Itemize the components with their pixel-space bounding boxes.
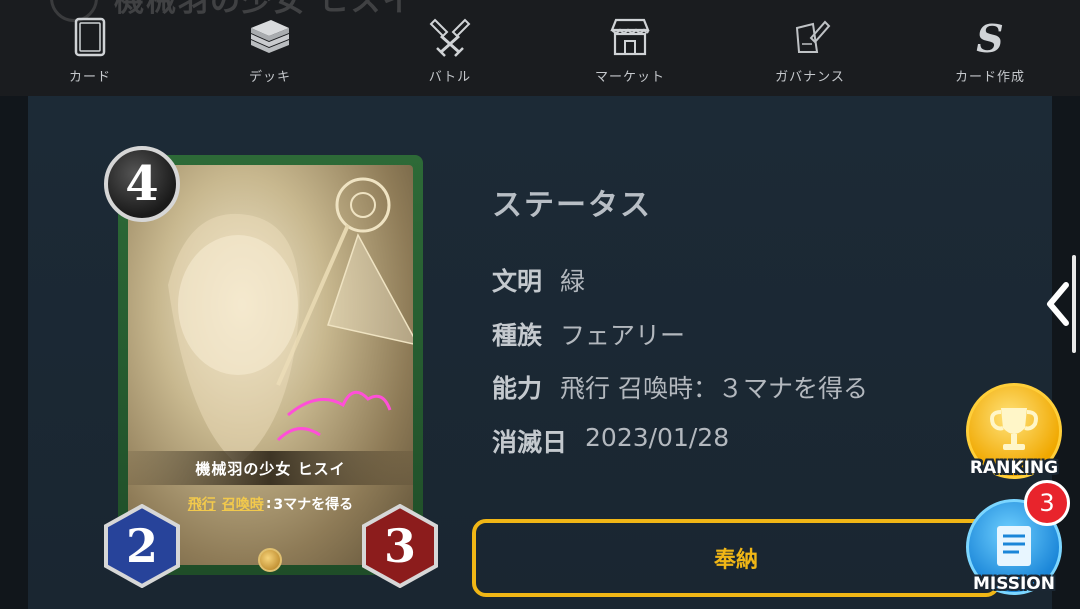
nav-item-card[interactable]: カード <box>0 0 180 96</box>
card-create-icon: S <box>976 16 1003 60</box>
scroll-icon <box>997 526 1031 566</box>
nav-label-battle: バトル <box>428 70 472 85</box>
nav-menu: カード デッキ バトル マーケット ガバナンス S カード作成 <box>0 0 1080 96</box>
nav-item-governance[interactable]: ガバナンス <box>720 0 900 96</box>
top-nav-bar: 機械羽の少女 ヒスイ カード デッキ バトル マーケット ガバナンス S カード… <box>0 0 1080 96</box>
mission-label: MISSION <box>973 574 1055 594</box>
nav-item-deck[interactable]: デッキ <box>180 0 360 96</box>
ability-text: 3マナを得る <box>273 497 354 513</box>
rarity-gem-icon <box>258 548 282 572</box>
nav-label-card: カード <box>68 70 111 85</box>
trophy-icon <box>990 408 1038 450</box>
nav-item-card-create[interactable]: S カード作成 <box>900 0 1080 96</box>
chevron-left-icon <box>1047 282 1069 326</box>
mission-notification-badge: 3 <box>1024 480 1070 526</box>
status-key: 消滅日 <box>492 428 568 457</box>
nav-label-card-create: カード作成 <box>954 70 1025 85</box>
svg-text:S: S <box>976 16 1003 60</box>
status-row-race: 種族 フェアリー <box>492 316 685 352</box>
status-value: フェアリー <box>560 321 686 350</box>
status-key: 種族 <box>492 321 543 350</box>
ranking-label: RANKING <box>969 458 1059 478</box>
attack-value: 2 <box>125 519 158 573</box>
dedicate-button[interactable]: 奉納 <box>472 519 1000 597</box>
left-edge <box>0 96 28 609</box>
deck-icon <box>251 20 289 53</box>
side-panel-toggle[interactable] <box>1034 255 1080 353</box>
attack-badge: 2 <box>104 504 180 588</box>
market-icon <box>610 18 650 56</box>
defense-badge: 3 <box>362 504 438 588</box>
status-heading: ステータス <box>492 188 652 223</box>
battle-icon <box>429 18 471 57</box>
ability-keyword-summon: 召喚時 <box>221 497 264 513</box>
nav-item-market[interactable]: マーケット <box>540 0 720 96</box>
defense-value: 3 <box>383 519 416 573</box>
card-name: 機械羽の少女 ヒスイ <box>128 451 413 485</box>
toggle-edge-line <box>1072 255 1076 353</box>
status-row-civilization: 文明 緑 <box>492 262 585 298</box>
nav-item-battle[interactable]: バトル <box>360 0 540 96</box>
nav-label-market: マーケット <box>594 70 665 85</box>
card-icon <box>74 17 106 57</box>
governance-icon <box>795 20 831 53</box>
ranking-button[interactable]: RANKING <box>966 383 1062 479</box>
status-row-ability: 能力 飛行 召喚時：３マナを得る <box>492 369 868 405</box>
nav-label-deck: デッキ <box>248 70 291 85</box>
status-value: 2023/01/28 <box>585 423 730 452</box>
status-value: 飛行 召喚時：３マナを得る <box>560 374 868 403</box>
nav-label-governance: ガバナンス <box>775 70 845 85</box>
status-key: 能力 <box>492 374 543 403</box>
status-key: 文明 <box>492 267 543 296</box>
status-value: 緑 <box>560 267 586 296</box>
ability-separator: : <box>265 496 272 512</box>
status-row-expiry: 消滅日 2023/01/28 <box>492 423 729 459</box>
ability-keyword-flying: 飛行 <box>187 497 216 513</box>
mana-cost-badge: 4 <box>104 146 180 222</box>
